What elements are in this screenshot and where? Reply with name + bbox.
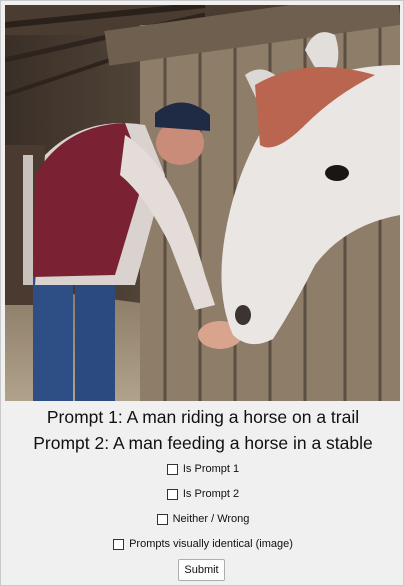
- prompt-2-text: Prompt 2: A man feeding a horse in a sta…: [33, 433, 373, 453]
- prompt-1-text: Prompt 1: A man riding a horse on a trai…: [46, 407, 360, 427]
- option-is-prompt-1: Is Prompt 1: [1, 463, 404, 478]
- stable-scene-illustration: [5, 5, 400, 401]
- stimulus-image: [5, 5, 400, 401]
- option-visually-identical-label[interactable]: Prompts visually identical (image): [113, 538, 293, 550]
- survey-panel: Prompt 1: A man riding a horse on a trai…: [0, 0, 404, 586]
- is-prompt-1-text: Is Prompt 1: [182, 463, 240, 475]
- neither-wrong-text: Neither / Wrong: [172, 513, 250, 525]
- is-prompt-1-checkbox[interactable]: [166, 463, 178, 475]
- submit-button[interactable]: Submit: [178, 559, 225, 581]
- option-visually-identical: Prompts visually identical (image): [1, 538, 404, 553]
- neither-wrong-checkbox[interactable]: [156, 513, 168, 525]
- option-is-prompt-2-label[interactable]: Is Prompt 2: [166, 488, 240, 500]
- visually-identical-text: Prompts visually identical (image): [129, 538, 293, 550]
- option-neither-wrong-label[interactable]: Neither / Wrong: [156, 513, 250, 525]
- is-prompt-2-text: Is Prompt 2: [182, 488, 240, 500]
- is-prompt-2-checkbox[interactable]: [166, 488, 178, 500]
- visually-identical-checkbox[interactable]: [113, 538, 125, 550]
- option-is-prompt-1-label[interactable]: Is Prompt 1: [166, 463, 240, 475]
- option-is-prompt-2: Is Prompt 2: [1, 488, 404, 503]
- option-neither-wrong: Neither / Wrong: [1, 513, 404, 528]
